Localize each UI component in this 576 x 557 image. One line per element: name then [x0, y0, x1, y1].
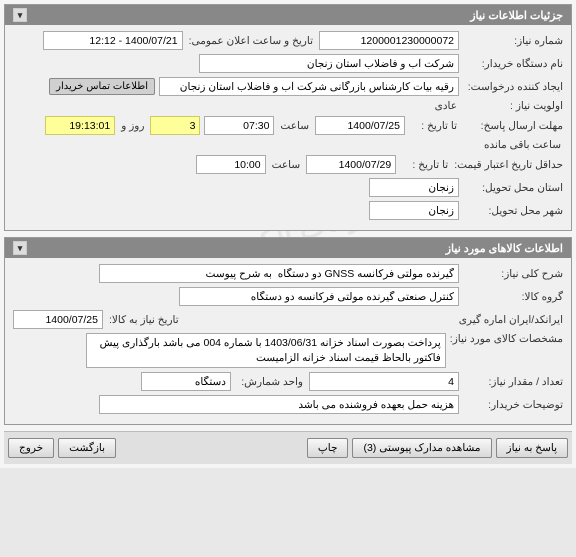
contact-info-button[interactable]: اطلاعات تماس خریدار — [49, 78, 155, 95]
exit-button[interactable]: خروج — [8, 438, 54, 458]
unit-label: واحد شمارش: — [235, 376, 305, 388]
min-valid-time-input[interactable] — [196, 155, 266, 174]
days-label: روز و — [119, 120, 146, 132]
items-info-section: اطلاعات کالاهای مورد نیاز ▾ شرح کلی نیاز… — [4, 237, 572, 425]
back-button[interactable]: بازگشت — [58, 438, 116, 458]
response-deadline-label: مهلت ارسال پاسخ: — [463, 120, 563, 132]
need-date-label: تاریخ نیاز به کالا: — [107, 314, 181, 326]
items-info-title: اطلاعات کالاهای مورد نیاز — [446, 242, 563, 255]
items-info-header: اطلاعات کالاهای مورد نیاز ▾ — [5, 238, 571, 258]
priority-label: اولویت نیاز : — [463, 100, 563, 112]
remain-time-input — [45, 116, 115, 135]
attachments-button[interactable]: مشاهده مدارک پیوستی (3) — [352, 438, 491, 458]
buyer-notes-label: توضیحات خریدار: — [463, 399, 563, 411]
ref-label: ایرانکد/ایران اماره گیری — [459, 314, 563, 326]
group-label: گروه کالا: — [463, 291, 563, 303]
group-input[interactable] — [179, 287, 459, 306]
delivery-city-label: شهر محل تحویل: — [463, 205, 563, 217]
collapse-icon[interactable]: ▾ — [13, 8, 27, 22]
spec-label: مشخصات کالای مورد نیاز: — [450, 333, 563, 345]
delivery-city-input[interactable] — [369, 201, 459, 220]
to-date-label-1: تا تاریخ : — [409, 120, 459, 132]
qty-label: تعداد / مقدار نیاز: — [463, 376, 563, 388]
need-number-label: شماره نیاز: — [463, 35, 563, 47]
unit-input[interactable] — [141, 372, 231, 391]
delivery-province-input[interactable] — [369, 178, 459, 197]
need-date-input[interactable] — [13, 310, 103, 329]
priority-value: عادی — [433, 100, 459, 112]
time-label-2: ساعت — [270, 159, 303, 171]
to-date-label-2: تا تاریخ : — [400, 159, 450, 171]
announce-label: تاریخ و ساعت اعلان عمومی: — [187, 35, 315, 47]
need-number-input[interactable] — [319, 31, 459, 50]
min-valid-date-input[interactable] — [306, 155, 396, 174]
desc-input[interactable] — [99, 264, 459, 283]
announce-input[interactable] — [43, 31, 183, 50]
buyer-label: نام دستگاه خریدار: — [463, 58, 563, 70]
print-button[interactable]: چاپ — [307, 438, 349, 458]
buyer-notes-input[interactable] — [99, 395, 459, 414]
footer-toolbar: پاسخ به نیاز مشاهده مدارک پیوستی (3) چاپ… — [4, 431, 572, 464]
response-time-input[interactable] — [204, 116, 274, 135]
days-count-input — [150, 116, 200, 135]
qty-input[interactable] — [309, 372, 459, 391]
spec-textarea[interactable] — [86, 333, 446, 368]
need-info-title: جزئیات اطلاعات نیاز — [470, 9, 563, 22]
delivery-province-label: استان محل تحویل: — [463, 182, 563, 194]
collapse-icon-2[interactable]: ▾ — [13, 241, 27, 255]
buyer-input[interactable] — [199, 54, 459, 73]
min-valid-label: حداقل تاریخ اعتبار قیمت: — [454, 159, 563, 171]
need-info-header: جزئیات اطلاعات نیاز ▾ — [5, 5, 571, 25]
reply-button[interactable]: پاسخ به نیاز — [496, 438, 568, 458]
remain-label: ساعت باقی مانده — [482, 139, 563, 151]
requester-label: ایجاد کننده درخواست: — [463, 81, 563, 93]
need-info-section: جزئیات اطلاعات نیاز ▾ شماره نیاز: تاریخ … — [4, 4, 572, 231]
time-label-1: ساعت — [278, 120, 311, 132]
requester-input[interactable] — [159, 77, 459, 96]
desc-label: شرح کلی نیاز: — [463, 268, 563, 280]
response-date-input[interactable] — [315, 116, 405, 135]
